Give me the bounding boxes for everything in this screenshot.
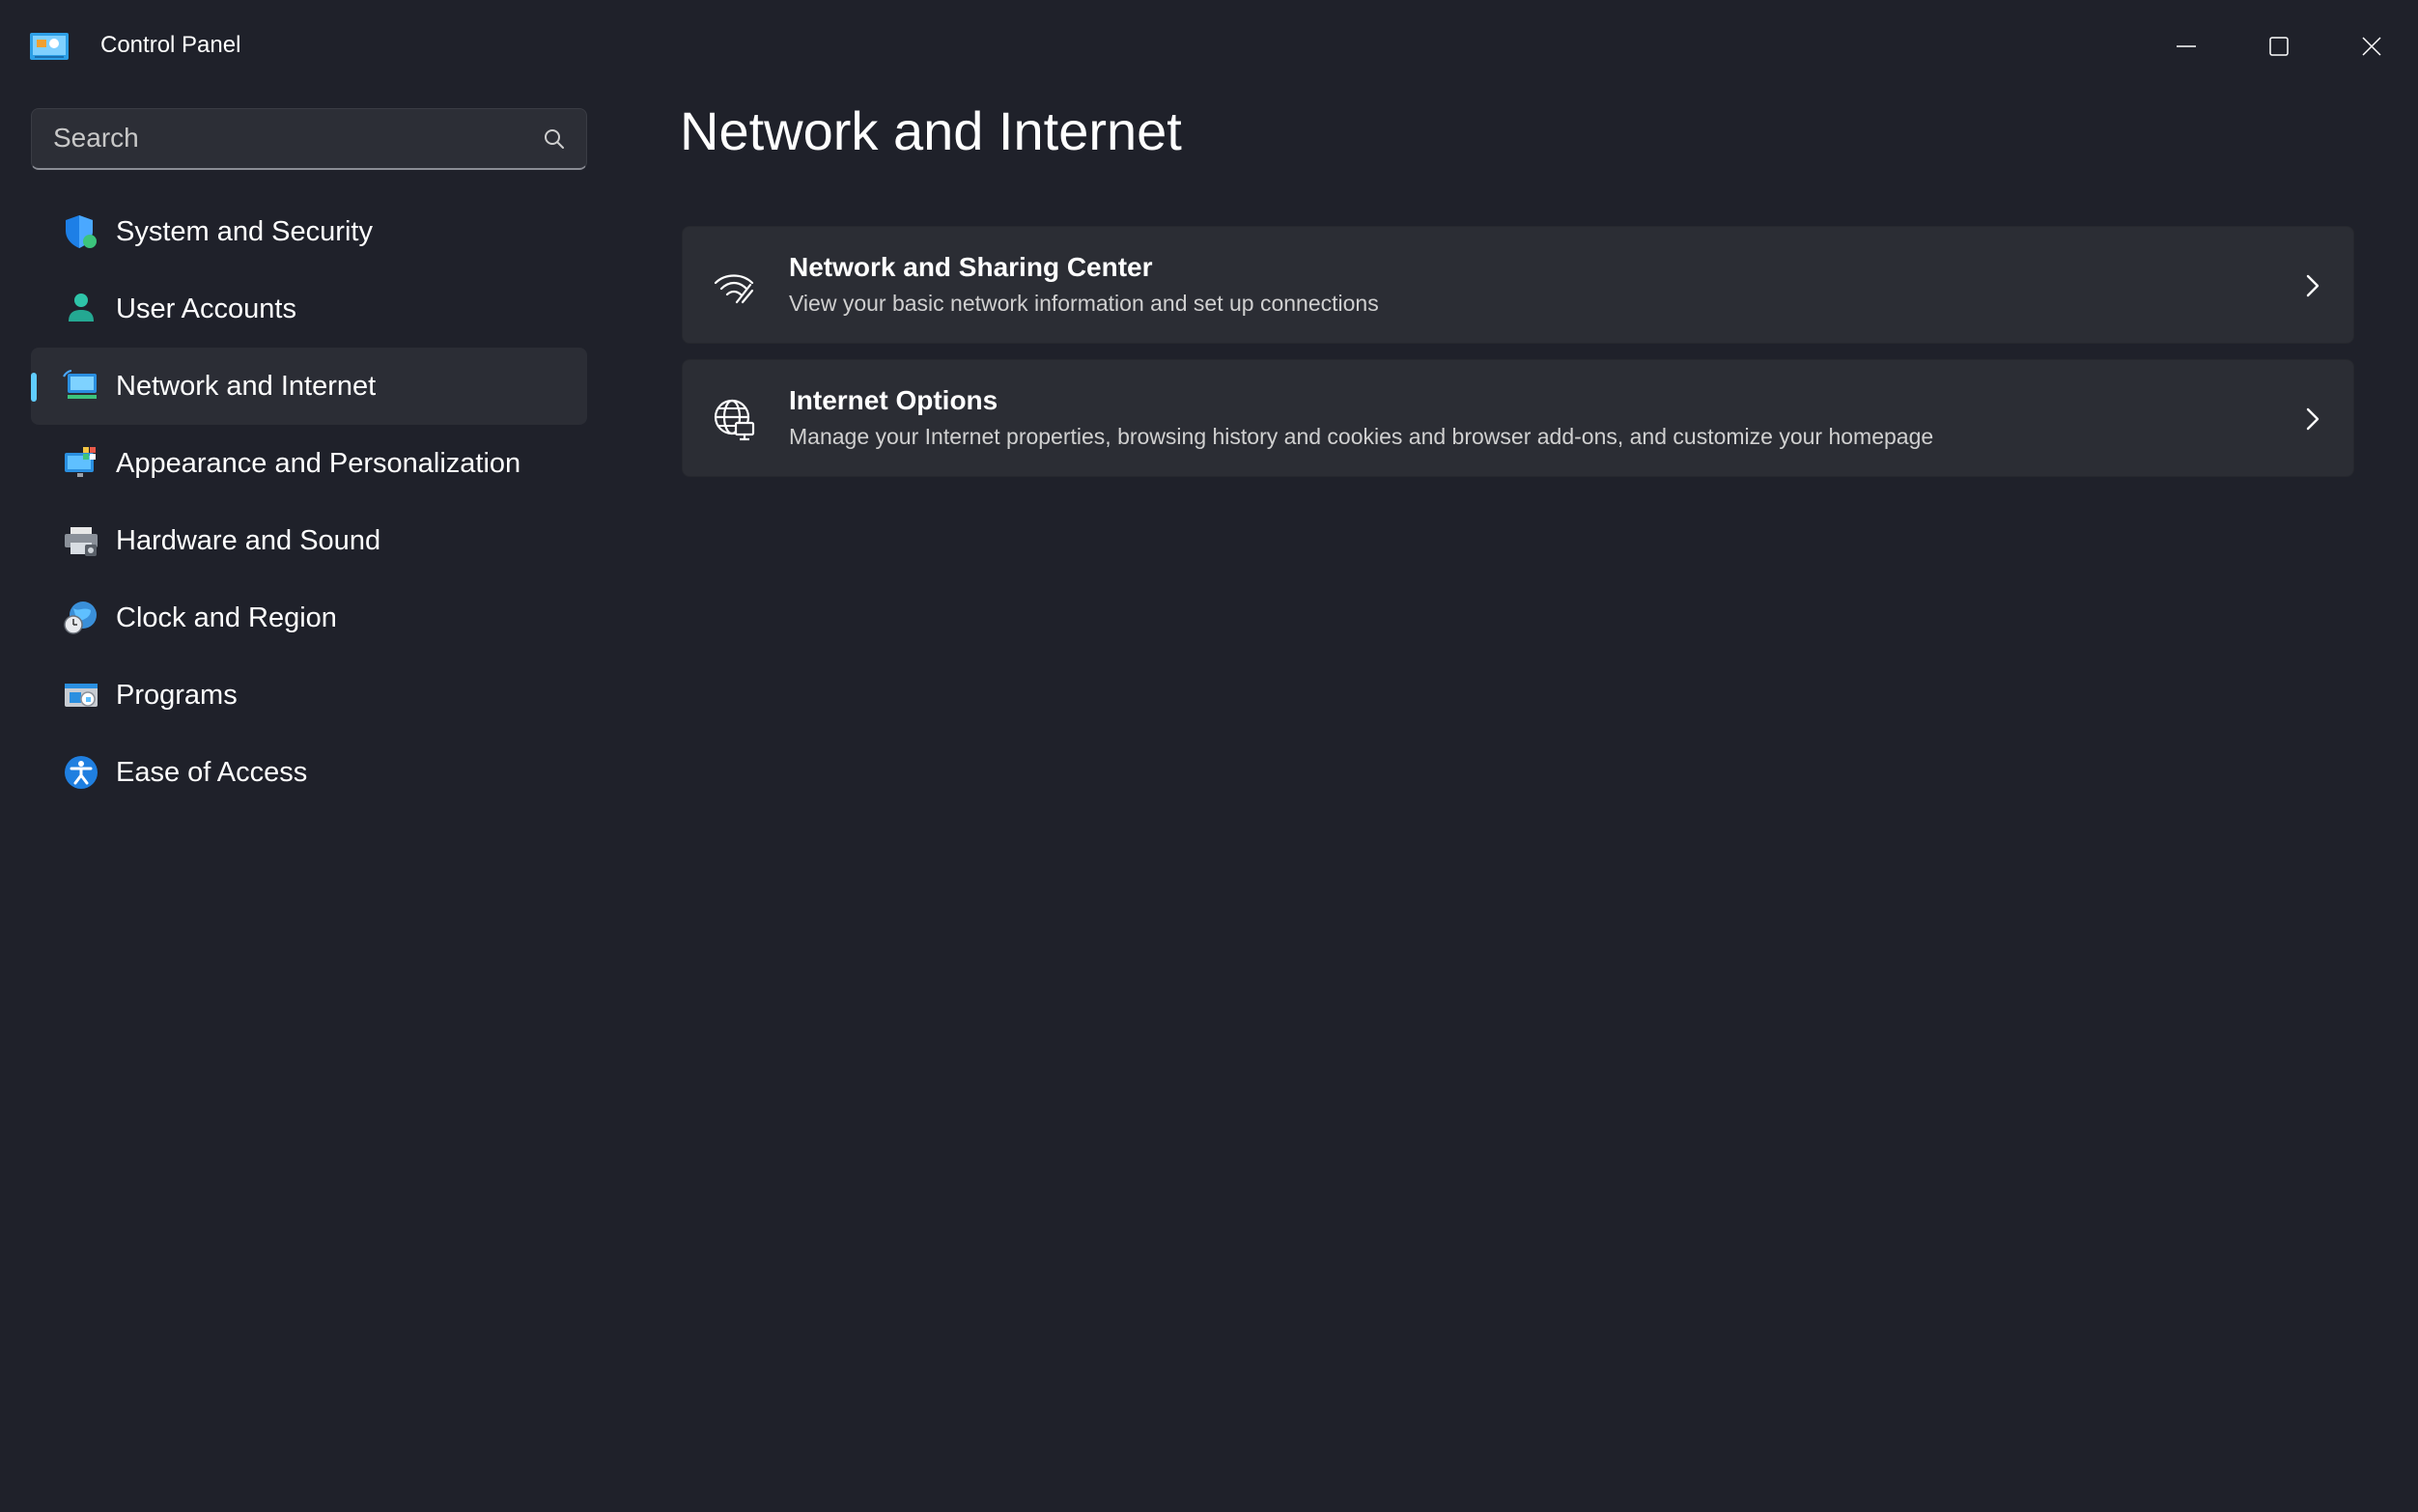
search-icon[interactable] bbox=[542, 126, 567, 152]
sidebar-item-label: Programs bbox=[116, 680, 238, 711]
chevron-right-icon bbox=[2306, 274, 2320, 297]
search-input[interactable] bbox=[53, 109, 536, 167]
network-and-sharing-center-card[interactable]: Network and Sharing Center View your bas… bbox=[682, 226, 2354, 344]
card-title: Network and Sharing Center bbox=[789, 252, 1153, 282]
card-description: View your basic network information and … bbox=[789, 291, 1379, 316]
user-icon bbox=[69, 294, 94, 322]
globe-icon bbox=[714, 399, 755, 441]
sidebar-item-clock-and-region[interactable]: Clock and Region bbox=[31, 579, 587, 657]
sidebar-item-label: Clock and Region bbox=[116, 602, 337, 633]
maximize-icon bbox=[2269, 37, 2289, 56]
sidebar-item-user-accounts[interactable]: User Accounts bbox=[31, 270, 587, 348]
control-panel-icon bbox=[30, 33, 69, 60]
sidebar-item-hardware-and-sound[interactable]: Hardware and Sound bbox=[31, 502, 587, 579]
shield-icon bbox=[66, 215, 97, 248]
control-panel-window: Control Panel Search System and Security… bbox=[0, 0, 2418, 1512]
minimize-button[interactable] bbox=[2140, 0, 2233, 93]
sidebar-item-label: Appearance and Personalization bbox=[116, 448, 521, 479]
selection-indicator bbox=[31, 373, 37, 402]
accessibility-icon bbox=[65, 756, 98, 789]
page-title: Network and Internet bbox=[680, 100, 1182, 161]
card-description: Manage your Internet properties, browsin… bbox=[789, 424, 1934, 449]
sidebar-item-label: User Accounts bbox=[116, 294, 296, 324]
sidebar-item-ease-of-access[interactable]: Ease of Access bbox=[31, 734, 587, 811]
sidebar-item-label: Ease of Access bbox=[116, 757, 308, 788]
sidebar-item-appearance-and-personalization[interactable]: Appearance and Personalization bbox=[31, 425, 587, 502]
printer-icon bbox=[65, 527, 98, 556]
sidebar-item-programs[interactable]: Programs bbox=[31, 657, 587, 734]
network-icon bbox=[63, 370, 97, 399]
programs-icon bbox=[65, 684, 98, 707]
sidebar-item-network-and-internet[interactable]: Network and Internet bbox=[31, 348, 587, 425]
appearance-icon bbox=[65, 447, 96, 477]
close-button[interactable] bbox=[2325, 0, 2418, 93]
network-sharing-icon bbox=[714, 274, 754, 304]
minimize-icon bbox=[2177, 45, 2196, 47]
sidebar-nav: System and Security User Accounts Networ… bbox=[31, 193, 587, 811]
close-icon bbox=[2362, 37, 2381, 56]
window-title: Control Panel bbox=[100, 32, 241, 58]
sidebar-item-system-and-security[interactable]: System and Security bbox=[31, 193, 587, 270]
sidebar-item-label: Network and Internet bbox=[116, 371, 377, 402]
clock-globe-icon bbox=[64, 602, 97, 634]
internet-options-card[interactable]: Internet Options Manage your Internet pr… bbox=[682, 359, 2354, 477]
sidebar-item-label: Hardware and Sound bbox=[116, 525, 381, 556]
maximize-button[interactable] bbox=[2233, 0, 2325, 93]
sidebar-item-label: System and Security bbox=[116, 216, 373, 247]
title-bar: Control Panel bbox=[0, 0, 2418, 93]
chevron-right-icon bbox=[2306, 407, 2320, 431]
card-title: Internet Options bbox=[789, 385, 998, 415]
search-box[interactable] bbox=[31, 108, 587, 170]
